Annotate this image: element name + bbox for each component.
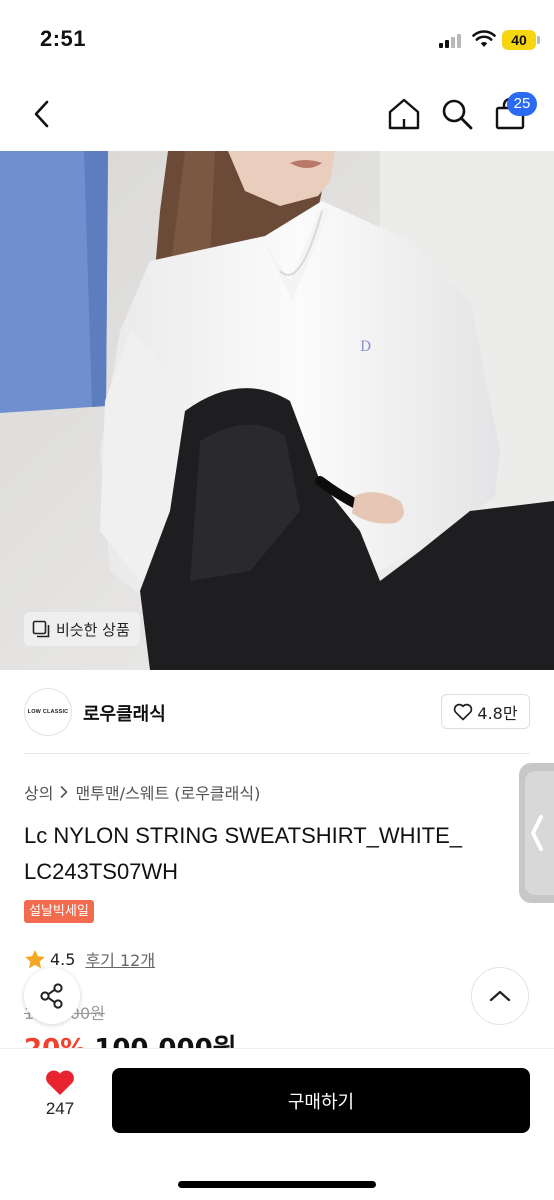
search-icon: [442, 99, 473, 130]
brand-row: LOW CLASSIC 로우클래식 4.8만: [0, 684, 554, 740]
cellular-signal-icon: [439, 34, 465, 48]
status-time: 2:51: [40, 26, 87, 51]
share-icon: [40, 983, 63, 1009]
heart-filled-icon: [46, 1070, 74, 1095]
rating-value: 4.5: [50, 949, 76, 969]
brand-like-button[interactable]: 4.8만: [441, 694, 530, 729]
section-divider: [24, 753, 530, 754]
similar-products-label: 비슷한 상품: [56, 620, 130, 639]
search-button[interactable]: [437, 94, 477, 134]
breadcrumb-category[interactable]: 상의: [24, 780, 53, 804]
wifi-icon: [472, 30, 496, 47]
home-icon: [388, 98, 420, 130]
review-count-link[interactable]: 후기 12개: [85, 947, 155, 971]
battery-indicator: 40: [502, 30, 536, 50]
scroll-to-top-button[interactable]: [471, 967, 529, 1025]
brand-logo[interactable]: LOW CLASSIC: [24, 688, 72, 736]
chevron-up-icon: [489, 990, 511, 1002]
battery-tip: [537, 36, 540, 44]
similar-products-icon: [32, 620, 50, 638]
sale-badge: 설날빅세일: [24, 900, 94, 923]
favorite-button[interactable]: 247: [30, 1069, 90, 1129]
favorite-count: 247: [45, 1099, 75, 1118]
side-panel-handle[interactable]: [519, 763, 554, 903]
similar-products-button[interactable]: 비슷한 상품: [24, 612, 140, 646]
brand-like-count: 4.8만: [477, 703, 518, 723]
brand-name[interactable]: 로우클래식: [83, 700, 166, 726]
product-image[interactable]: D: [0, 151, 554, 670]
home-button[interactable]: [384, 94, 424, 134]
product-photo-illustration: D: [0, 151, 554, 670]
svg-text:D: D: [360, 339, 371, 355]
star-icon: [25, 949, 45, 968]
back-button[interactable]: [22, 94, 62, 134]
status-bar: 2:51 40: [0, 0, 554, 80]
cart-count-badge: 25: [507, 92, 537, 116]
bottom-action-bar: 247 구매하기: [0, 1048, 554, 1200]
rating-row: 4.5 후기 12개: [24, 947, 155, 971]
heart-outline-icon: [454, 703, 473, 720]
product-title: Lc NYLON STRING SWEATSHIRT_WHITE_ LC243T…: [24, 823, 463, 884]
chevron-right-icon: [61, 786, 68, 798]
home-indicator: [178, 1181, 376, 1188]
breadcrumb-subcategory[interactable]: 맨투맨/스웨트 (로우클래식): [75, 780, 260, 804]
chevron-left-icon: [34, 100, 49, 128]
buy-button[interactable]: 구매하기: [112, 1068, 530, 1133]
breadcrumb: 상의 맨투맨/스웨트 (로우클래식): [24, 780, 260, 804]
share-button[interactable]: [24, 968, 80, 1024]
chevron-left-icon: [530, 815, 543, 851]
top-nav-bar: [0, 80, 554, 150]
